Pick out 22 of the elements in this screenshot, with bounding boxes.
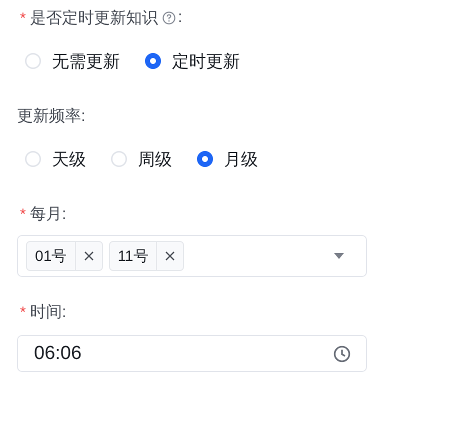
radio-option[interactable]: 周级 [104,144,172,174]
close-icon[interactable] [165,251,176,261]
label-colon: : [178,9,182,27]
clock-icon [333,344,351,362]
field-label: 是否定时更新知识 [30,8,158,28]
time-field[interactable]: 06:06 [17,335,367,372]
required-mark: * [20,206,26,222]
radio-option[interactable]: 定时更新 [138,46,240,76]
tag-label: 11号 [116,246,150,266]
field-label: 每月: [30,204,66,224]
radio-option[interactable]: 天级 [18,144,86,174]
tag-label: 01号 [34,246,68,266]
help-icon[interactable] [162,11,176,25]
required-mark: * [20,10,26,26]
multi-select-field[interactable]: 01号 11号 [17,235,367,277]
caret-icon [334,253,344,259]
radio-option[interactable]: 无需更新 [18,46,120,76]
required-mark: * [20,304,26,320]
field-label: 时间: [30,302,66,322]
close-icon[interactable] [84,251,94,261]
field-label: 更新频率: [17,106,86,126]
radio-option[interactable]: 月级 [190,144,258,174]
